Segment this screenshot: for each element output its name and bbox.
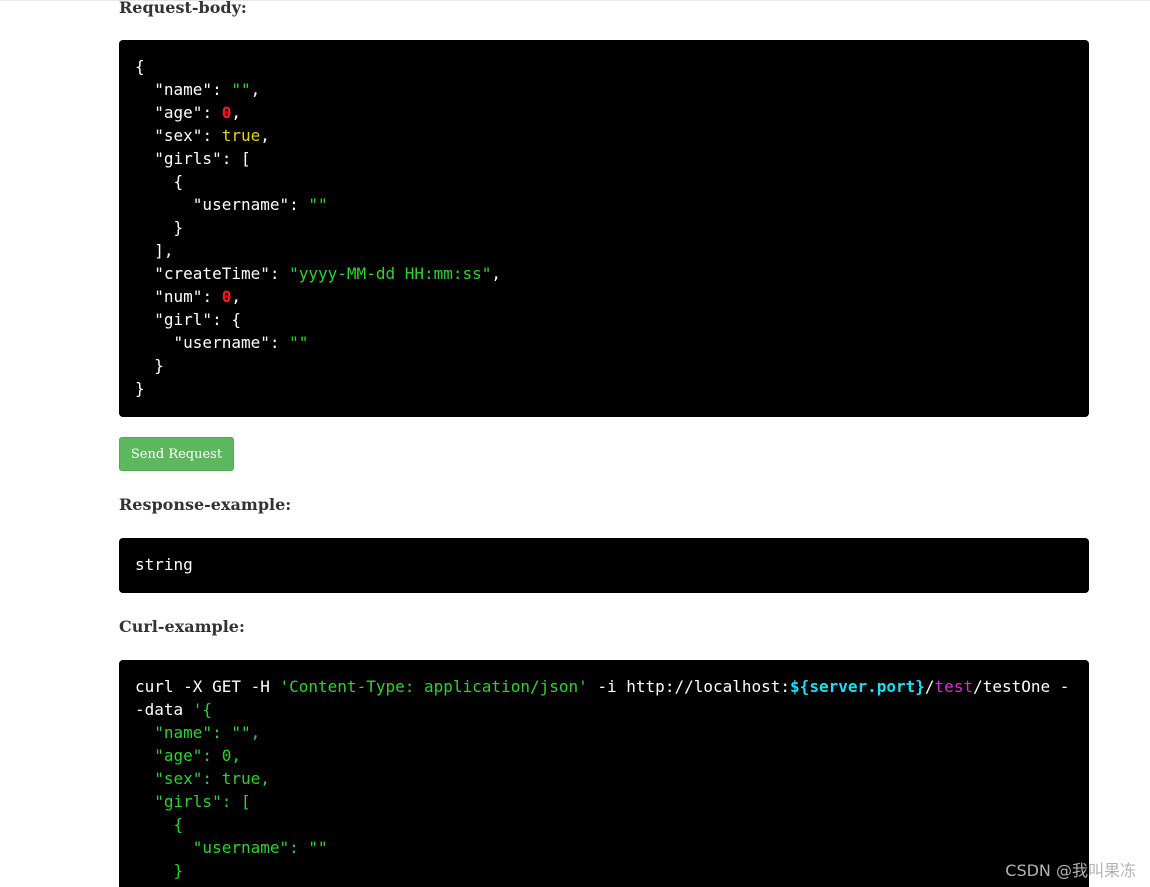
- code-token: "username": "": [135, 838, 328, 857]
- code-token: :: [202, 126, 222, 145]
- code-line: curl -X GET -H 'Content-Type: applicatio…: [135, 675, 1073, 698]
- code-line: "sex": true,: [135, 124, 1073, 147]
- code-token: "username": [192, 195, 290, 214]
- response-example-heading: Response-example:: [119, 495, 292, 514]
- code-token: 0: [221, 287, 232, 306]
- code-line: {: [135, 55, 1073, 78]
- code-line: "username": "": [135, 193, 1073, 216]
- code-line: "username": "": [135, 331, 1073, 354]
- code-token: "num": [154, 287, 203, 306]
- code-token: "girls": [154, 149, 222, 168]
- code-token: true: [221, 126, 261, 145]
- code-token: ,: [250, 80, 261, 99]
- code-line: {: [135, 170, 1073, 193]
- code-token: }: [135, 356, 164, 375]
- code-token: "createTime": [154, 264, 270, 283]
- code-token: string: [135, 555, 193, 574]
- code-line: "girls": [: [135, 147, 1073, 170]
- code-token: ,: [231, 103, 241, 122]
- code-token: /testOne -: [973, 677, 1070, 696]
- code-token: 'Content-Type: application/json': [279, 677, 588, 696]
- code-line: }: [135, 859, 1073, 882]
- code-token: }: [135, 218, 184, 237]
- code-line: string: [135, 553, 1073, 576]
- code-token: "": [289, 333, 309, 352]
- code-token: "name": "",: [135, 723, 261, 742]
- code-line: "name": "",: [135, 721, 1073, 744]
- curl-example-code-block[interactable]: curl -X GET -H 'Content-Type: applicatio…: [119, 660, 1089, 887]
- code-token: "name": [154, 80, 213, 99]
- code-line: "age": 0,: [135, 744, 1073, 767]
- code-token: -data: [135, 700, 193, 719]
- code-token: }: [135, 861, 184, 880]
- code-token: "yyyy-MM-dd HH:mm:ss": [289, 264, 492, 283]
- code-token: "girl": [154, 310, 213, 329]
- code-line: "createTime": "yyyy-MM-dd HH:mm:ss",: [135, 262, 1073, 285]
- code-token: }: [135, 379, 145, 398]
- code-line: "num": 0,: [135, 285, 1073, 308]
- code-line: ],: [135, 239, 1073, 262]
- code-line: "girls": [: [135, 790, 1073, 813]
- code-token: :: [202, 287, 222, 306]
- code-token: :: [202, 103, 222, 122]
- code-token: "": [308, 195, 328, 214]
- code-line: {: [135, 813, 1073, 836]
- code-token: test: [934, 677, 974, 696]
- curl-example-heading: Curl-example:: [119, 617, 245, 636]
- code-token: :: [212, 80, 232, 99]
- code-token: "sex": [154, 126, 203, 145]
- code-token: :: [269, 264, 290, 283]
- response-example-code-block[interactable]: string: [119, 538, 1089, 593]
- code-token: "": [231, 80, 251, 99]
- code-token: {: [135, 57, 145, 76]
- code-token: {: [135, 815, 184, 834]
- code-token: ${server.port}: [790, 677, 925, 696]
- code-token: '{: [192, 700, 213, 719]
- code-line: }: [135, 377, 1073, 400]
- code-token: :: [289, 195, 309, 214]
- csdn-watermark: CSDN @我叫果冻: [1005, 861, 1136, 880]
- code-token: ,: [491, 264, 502, 283]
- code-token: "age": 0,: [135, 746, 241, 765]
- code-token: ],: [135, 241, 174, 260]
- code-token: : {: [212, 310, 241, 329]
- code-line: "girl": {: [135, 308, 1073, 331]
- code-line: }: [135, 354, 1073, 377]
- code-token: "sex": true,: [135, 769, 270, 788]
- code-token: : [: [221, 149, 251, 168]
- request-body-code-block[interactable]: { "name": "", "age": 0, "sex": true, "gi…: [119, 40, 1089, 417]
- code-token: -i http://localhost:: [587, 677, 791, 696]
- code-token: curl -X GET -H: [135, 677, 280, 696]
- code-token: "girls": [: [135, 792, 251, 811]
- code-token: "username": [173, 333, 270, 352]
- code-token: /: [924, 677, 935, 696]
- code-line: }: [135, 216, 1073, 239]
- code-token: ,: [231, 287, 241, 306]
- code-line: "username": "": [135, 836, 1073, 859]
- request-body-heading: Request-body:: [119, 0, 247, 17]
- code-token: {: [135, 172, 184, 191]
- code-line: "sex": true,: [135, 767, 1073, 790]
- code-token: "age": [154, 103, 203, 122]
- code-token: 0: [221, 103, 232, 122]
- code-token: :: [269, 333, 290, 352]
- send-request-button[interactable]: Send Request: [119, 437, 234, 471]
- code-line: "age": 0,: [135, 101, 1073, 124]
- code-line: -data '{: [135, 698, 1073, 721]
- code-token: ,: [260, 126, 270, 145]
- code-line: "name": "",: [135, 78, 1073, 101]
